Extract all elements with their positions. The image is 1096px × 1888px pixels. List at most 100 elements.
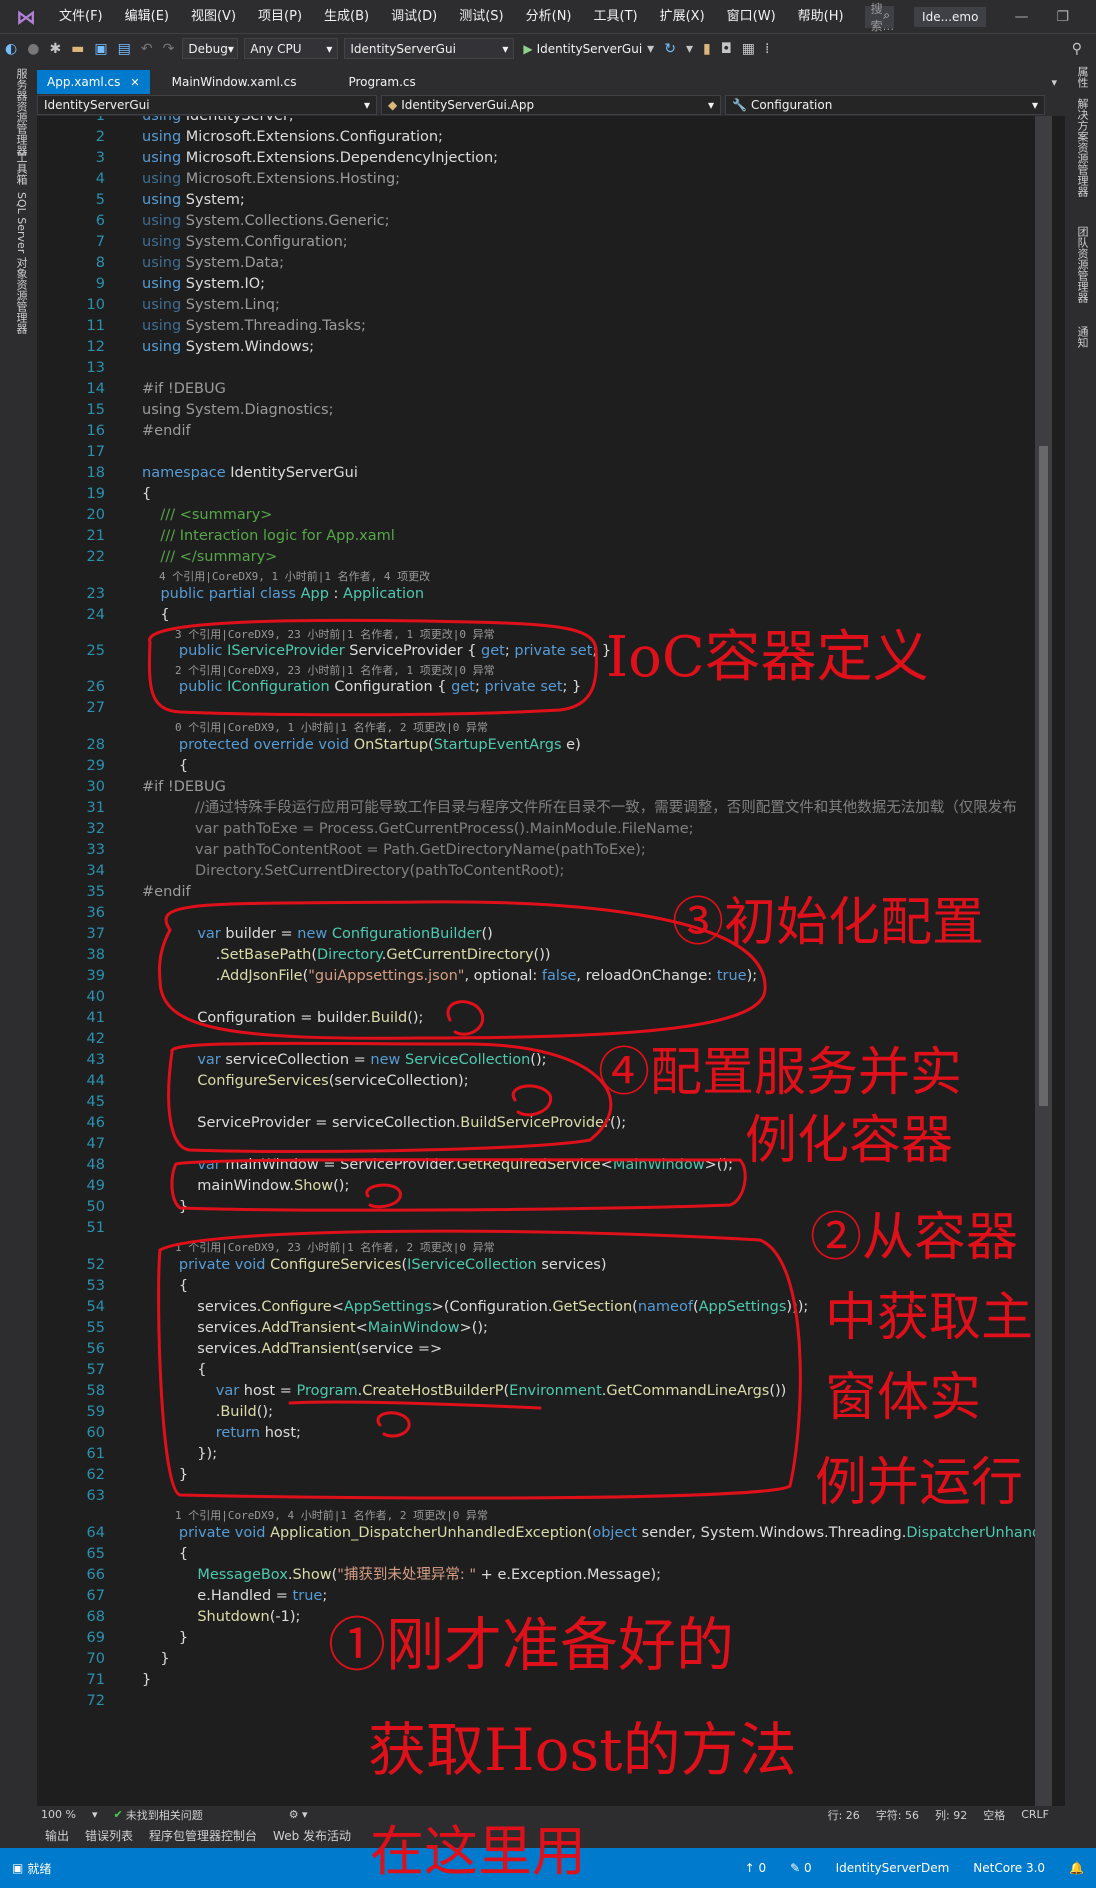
git-tools-icon[interactable]: ⚙ ▾ bbox=[289, 1808, 308, 1821]
code-line-54: 54 services.Configure<AppSettings>(Confi… bbox=[86, 1299, 809, 1315]
menu-tools[interactable]: 工具(T) bbox=[583, 0, 649, 33]
back-icon[interactable]: ◐ bbox=[5, 41, 17, 57]
screenshot-icon[interactable]: ◘ bbox=[721, 41, 732, 57]
redo-icon[interactable]: ↷ bbox=[163, 41, 175, 57]
open-folder-icon[interactable]: ▬ bbox=[71, 41, 84, 57]
code-line-69: 69 } bbox=[86, 1630, 189, 1646]
code-line-67: 67 e.Handled = true; bbox=[86, 1588, 328, 1604]
code-line-5: 5 using System; bbox=[95, 192, 245, 208]
code-line-64: 64 private void Application_DispatcherUn… bbox=[86, 1525, 1042, 1541]
chevron-down-icon: ▾ bbox=[707, 98, 714, 112]
sql-server-explorer-tab[interactable]: SQL Server 对象资源管理器 bbox=[13, 192, 29, 334]
tab-output[interactable]: 输出 bbox=[45, 1827, 69, 1844]
extra-icon[interactable]: ⁞ bbox=[765, 41, 769, 57]
tab-app-xaml-cs[interactable]: App.xaml.cs ✕ bbox=[37, 70, 150, 94]
minimize-icon[interactable]: — bbox=[1014, 9, 1028, 25]
menu-help[interactable]: 帮助(H) bbox=[787, 0, 855, 33]
tab-web-publish[interactable]: Web 发布活动 bbox=[273, 1827, 351, 1844]
properties-tab[interactable]: 属性 bbox=[1074, 66, 1090, 88]
changes-count[interactable]: ✎ 0 bbox=[790, 1861, 812, 1875]
run-icon[interactable]: ▶ bbox=[523, 42, 532, 56]
zoom-dropdown-icon[interactable]: ▾ bbox=[92, 1808, 98, 1821]
code-line-45: 45 bbox=[86, 1094, 105, 1110]
project-value: IdentityServerGui bbox=[44, 98, 150, 112]
solution-name[interactable]: Ide...emo bbox=[914, 6, 987, 27]
code-line-30: 30 #if !DEBUG bbox=[86, 779, 226, 795]
menu-file[interactable]: 文件(F) bbox=[48, 0, 114, 33]
editor-vertical-scrollbar[interactable] bbox=[1035, 116, 1052, 1806]
menu-extensions[interactable]: 扩展(X) bbox=[649, 0, 716, 33]
save-all-icon[interactable]: ▤ bbox=[118, 41, 131, 57]
undo-icon[interactable]: ↶ bbox=[141, 41, 153, 57]
menu-window[interactable]: 窗口(W) bbox=[716, 0, 787, 33]
push-count[interactable]: ↑ 0 bbox=[745, 1861, 767, 1875]
tab-mainwindow-xaml-cs[interactable]: MainWindow.xaml.cs bbox=[162, 70, 307, 94]
save-icon[interactable]: ▣ bbox=[94, 41, 107, 57]
restore-icon[interactable]: ❐ bbox=[1056, 9, 1069, 25]
platform-select[interactable]: Any CPU ▾ bbox=[244, 38, 339, 59]
visual-studio-logo-icon[interactable]: ⋈ bbox=[16, 5, 36, 29]
folder-icon[interactable]: ▮ bbox=[703, 41, 711, 57]
notifications-tab[interactable]: 通知 bbox=[1074, 326, 1090, 348]
run-dropdown-icon[interactable]: ▾ bbox=[647, 41, 654, 57]
type-select[interactable]: ◆ IdentityServerGui.App ▾ bbox=[381, 95, 721, 115]
live-share-icon[interactable]: ⚲ bbox=[1072, 41, 1082, 57]
close-icon[interactable]: ✕ bbox=[130, 76, 139, 89]
run-button[interactable]: IdentityServerGui bbox=[537, 42, 643, 56]
code-line-25: 25 public IServiceProvider ServiceProvid… bbox=[86, 643, 612, 659]
zoom-level[interactable]: 100 % bbox=[41, 1808, 76, 1821]
solution-explorer-tab[interactable]: 解决方案资源管理器 bbox=[1074, 98, 1090, 197]
toolbox-tab[interactable]: 工具箱 bbox=[13, 152, 29, 185]
code-line-7: 7 using System.Configuration; bbox=[95, 234, 348, 250]
forward-icon[interactable]: ● bbox=[27, 41, 39, 57]
code-line-52: 52 private void ConfigureServices(IServi… bbox=[86, 1257, 607, 1273]
document-tab-bar: App.xaml.cs ✕ MainWindow.xaml.cs Program.… bbox=[37, 62, 1065, 94]
line-ending-indicator[interactable]: CRLF bbox=[1021, 1808, 1049, 1821]
code-line-66: 66 MessageBox.Show("捕获到未处理异常: " + e.Exce… bbox=[86, 1567, 662, 1583]
code-line-38: 38 .SetBasePath(Directory.GetCurrentDire… bbox=[86, 947, 551, 963]
startup-project-select[interactable]: IdentityServerGui ▾ bbox=[344, 38, 515, 59]
scrollbar-thumb[interactable] bbox=[1039, 446, 1048, 1106]
tab-label: MainWindow.xaml.cs bbox=[171, 75, 297, 89]
branch-name[interactable]: NetCore 3.0 bbox=[973, 1861, 1045, 1875]
issues-status[interactable]: 未找到相关问题 bbox=[126, 1807, 203, 1823]
tab-error-list[interactable]: 错误列表 bbox=[85, 1827, 133, 1844]
search-input[interactable]: 搜索... ⌕ bbox=[864, 2, 894, 33]
tab-package-manager-console[interactable]: 程序包管理器控制台 bbox=[149, 1827, 257, 1844]
tab-program-cs[interactable]: Program.cs bbox=[338, 70, 425, 94]
member-select[interactable]: 🔧 Configuration ▾ bbox=[725, 95, 1045, 115]
project-select[interactable]: IdentityServerGui ▾ bbox=[37, 95, 377, 115]
server-explorer-tab[interactable]: 服务器资源管理器 bbox=[13, 68, 29, 156]
code-line-10: 10 using System.Linq; bbox=[86, 297, 280, 313]
bell-icon[interactable]: 🔔 bbox=[1069, 1861, 1084, 1875]
chevron-down-icon: ▾ bbox=[1031, 98, 1038, 112]
code-line-3: 3 using Microsoft.Extensions.DependencyIn… bbox=[95, 150, 499, 166]
tab-overflow-icon[interactable]: ▾ bbox=[1051, 76, 1057, 89]
configuration-select[interactable]: Debug ▾ bbox=[182, 38, 239, 59]
type-value: IdentityServerGui.App bbox=[401, 98, 535, 112]
refresh-icon[interactable]: ↻ bbox=[664, 41, 676, 57]
editor-status-strip: 100 % ▾ ✔ 未找到相关问题 ⚙ ▾ 行: 26 字符: 56 列: 92… bbox=[37, 1806, 1065, 1823]
menu-build[interactable]: 生成(B) bbox=[313, 0, 380, 33]
menu-edit[interactable]: 编辑(E) bbox=[114, 0, 180, 33]
layout-icon[interactable]: ▦ bbox=[742, 41, 755, 57]
menu-debug[interactable]: 调试(D) bbox=[380, 0, 448, 33]
code-line-60: 60 return host; bbox=[86, 1425, 301, 1441]
browser-link-icon[interactable]: ▾ bbox=[686, 41, 693, 57]
menu-analyze[interactable]: 分析(N) bbox=[515, 0, 583, 33]
code-navigation-bar: IdentityServerGui ▾ ◆ IdentityServerGui.Ap… bbox=[37, 94, 1065, 117]
code-line-18: 18 namespace IdentityServerGui bbox=[86, 465, 358, 481]
new-item-icon[interactable]: ✱ bbox=[49, 41, 61, 57]
code-line-29: 29 { bbox=[86, 758, 189, 774]
menu-view[interactable]: 视图(V) bbox=[180, 0, 247, 33]
team-explorer-tab[interactable]: 团队资源管理器 bbox=[1074, 226, 1090, 303]
whitespace-indicator[interactable]: 空格 bbox=[983, 1807, 1005, 1823]
repository-name[interactable]: IdentityServerDem bbox=[836, 1861, 950, 1875]
code-line-24: 24 { bbox=[86, 607, 170, 623]
code-line-28: 28 protected override void OnStartup(Sta… bbox=[86, 737, 581, 753]
menu-project[interactable]: 项目(P) bbox=[247, 0, 313, 33]
code-line-56: 56 services.AddTransient(service => bbox=[86, 1341, 443, 1357]
code-editor[interactable]: 1 using IdentityServer; 2 using Microsoft.… bbox=[37, 116, 1065, 1806]
code-line-35: 35 #endif bbox=[86, 884, 191, 900]
menu-test[interactable]: 测试(S) bbox=[448, 0, 514, 33]
